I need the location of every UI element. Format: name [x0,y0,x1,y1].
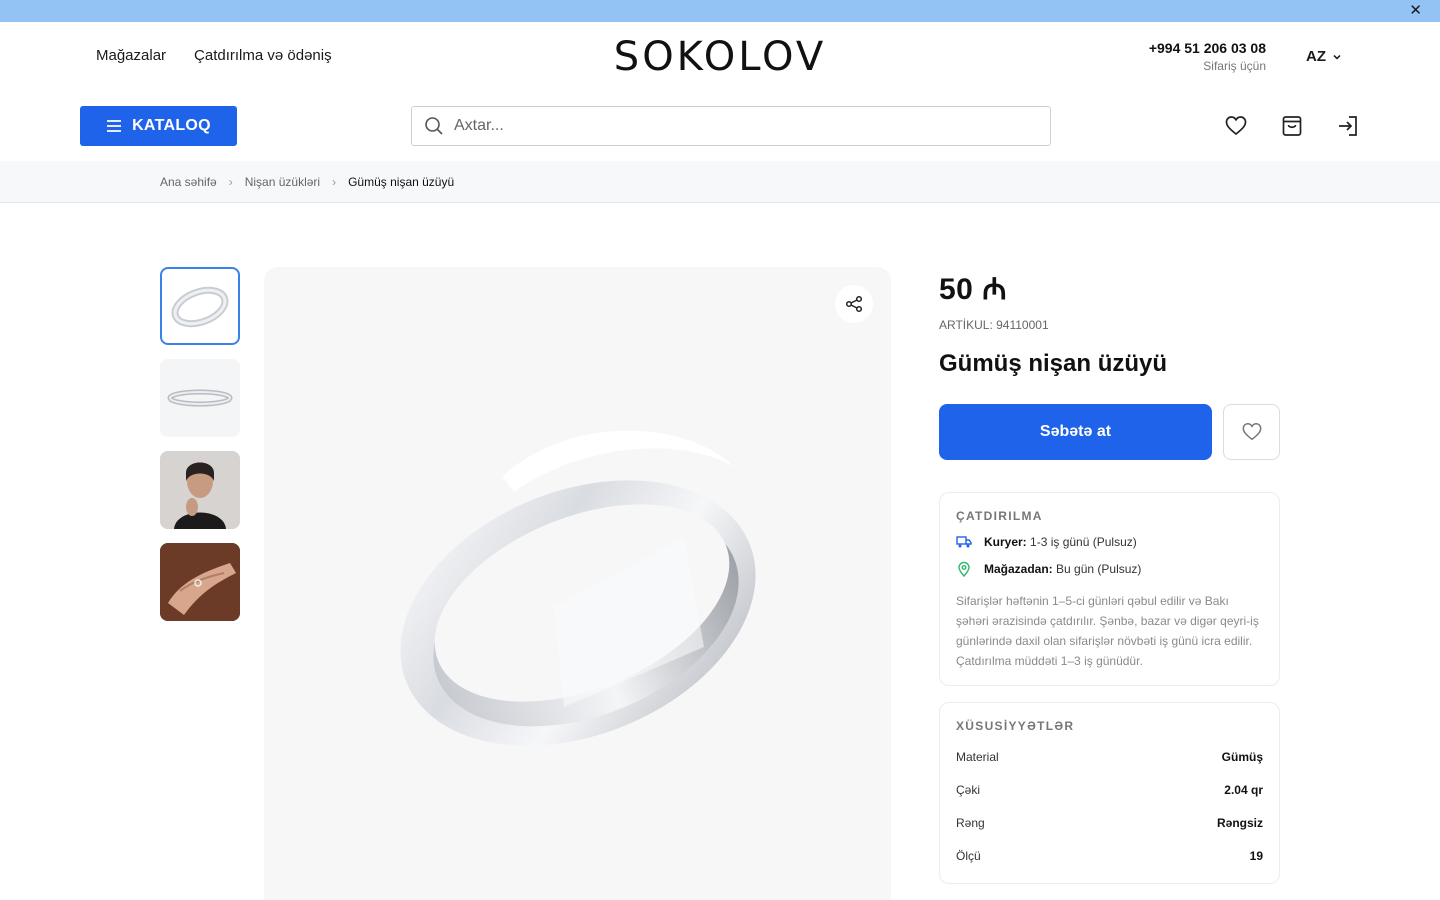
specs-card: XÜSUSİYYƏTLƏR Material Gümüş Çəki 2.04 q… [939,702,1280,884]
header-actions [1224,114,1360,138]
truck-icon [956,536,972,548]
spec-key: Material [956,749,999,764]
spec-row-size: Ölçü 19 [956,846,1263,865]
product-page: 50 ₼ ARTİKUL: 94110001 Gümüş nişan üzüyü… [0,203,1440,900]
ring-thumbnail-image [171,286,229,328]
thumbnail-list [160,267,240,621]
ring-side-thumbnail-image [167,389,233,407]
delivery-courier-value: 1-3 iş günü (Pulsuz) [1026,535,1137,549]
spec-row-material: Material Gümüş [956,747,1263,766]
spec-value: Gümüş [1221,749,1263,764]
product-info: 50 ₼ ARTİKUL: 94110001 Gümüş nişan üzüyü… [939,267,1280,884]
language-label: AZ [1306,48,1326,65]
hand-photo-thumbnail-image [160,543,240,621]
bag-icon[interactable] [1280,114,1304,138]
search-box [411,106,1051,146]
search-icon [425,117,443,135]
delivery-card: ÇATDIRILMA Kuryer: 1-3 iş günü (Pulsuz) … [939,492,1280,686]
location-pin-icon [958,561,970,577]
delivery-courier-label: Kuryer: [984,535,1027,549]
product-actions: Səbətə at [939,404,1280,460]
spec-key: Çəki [956,782,981,797]
delivery-store-label: Mağazadan: [984,562,1053,576]
delivery-store-value: Bu gün (Pulsuz) [1052,562,1142,576]
heart-icon[interactable] [1224,114,1248,138]
spec-value: 2.04 qr [1224,782,1263,797]
thumbnail-3[interactable] [160,451,240,529]
spec-row-color: Rəng Rəngsiz [956,813,1263,832]
heart-icon [1242,423,1261,441]
spec-value: Rəngsiz [1216,815,1263,830]
promo-bar: ✕ [0,0,1440,22]
delivery-title: ÇATDIRILMA [956,509,1043,523]
menu-icon [107,120,122,132]
phone-number[interactable]: +994 51 206 03 08 [1149,40,1266,56]
model-photo-thumbnail-image [160,451,240,529]
spec-value: 19 [1249,848,1263,863]
product-title: Gümüş nişan üzüyü [939,350,1168,377]
product-image[interactable] [264,267,891,900]
specs-title: XÜSUSİYYƏTLƏR [956,719,1075,733]
silver-ring-image [400,430,756,746]
phone-block: +994 51 206 03 08 Sifariş üçün [1149,40,1266,73]
delivery-note: Sifarişlər həftənin 1–5-ci günləri qəbul… [956,594,1259,668]
spec-row-weight: Çəki 2.04 qr [956,780,1263,799]
spec-key: Ölçü [956,848,981,863]
delivery-store-row: Mağazadan: Bu gün (Pulsuz) [956,561,1263,577]
catalog-label: KATALOQ [132,117,211,134]
catalog-button[interactable]: KATALOQ [80,106,237,146]
thumbnail-1[interactable] [160,267,240,345]
chevron-right-icon: › [332,174,337,189]
add-to-cart-button[interactable]: Səbətə at [939,404,1212,460]
chevron-down-icon [1333,54,1341,60]
delivery-courier-row: Kuryer: 1-3 iş günü (Pulsuz) [956,535,1263,549]
phone-caption: Sifariş üçün [1203,59,1266,73]
language-select[interactable]: AZ [1306,48,1342,65]
spec-key: Rəng [956,815,985,830]
thumbnail-2[interactable] [160,359,240,437]
breadcrumb-item-home[interactable]: Ana səhifə [160,175,217,189]
toolbar: KATALOQ [0,90,1440,161]
add-to-favorites-button[interactable] [1223,404,1280,460]
thumbnail-4[interactable] [160,543,240,621]
close-icon[interactable]: ✕ [1409,2,1422,20]
chevron-right-icon: › [228,174,233,189]
breadcrumb-item-current: Gümüş nişan üzüyü [348,174,455,189]
login-icon[interactable] [1336,114,1360,138]
header: Mağazalar Çatdırılma və ödəniş SOKOLOV +… [0,22,1440,90]
breadcrumb: Ana səhifə › Nişan üzükləri › Gümüş nişa… [0,161,1440,203]
product-sku: ARTİKUL: 94110001 [939,318,1049,332]
search-input[interactable] [454,117,1014,135]
breadcrumb-item-category[interactable]: Nişan üzükləri [245,175,320,189]
product-price: 50 ₼ [939,273,1008,306]
